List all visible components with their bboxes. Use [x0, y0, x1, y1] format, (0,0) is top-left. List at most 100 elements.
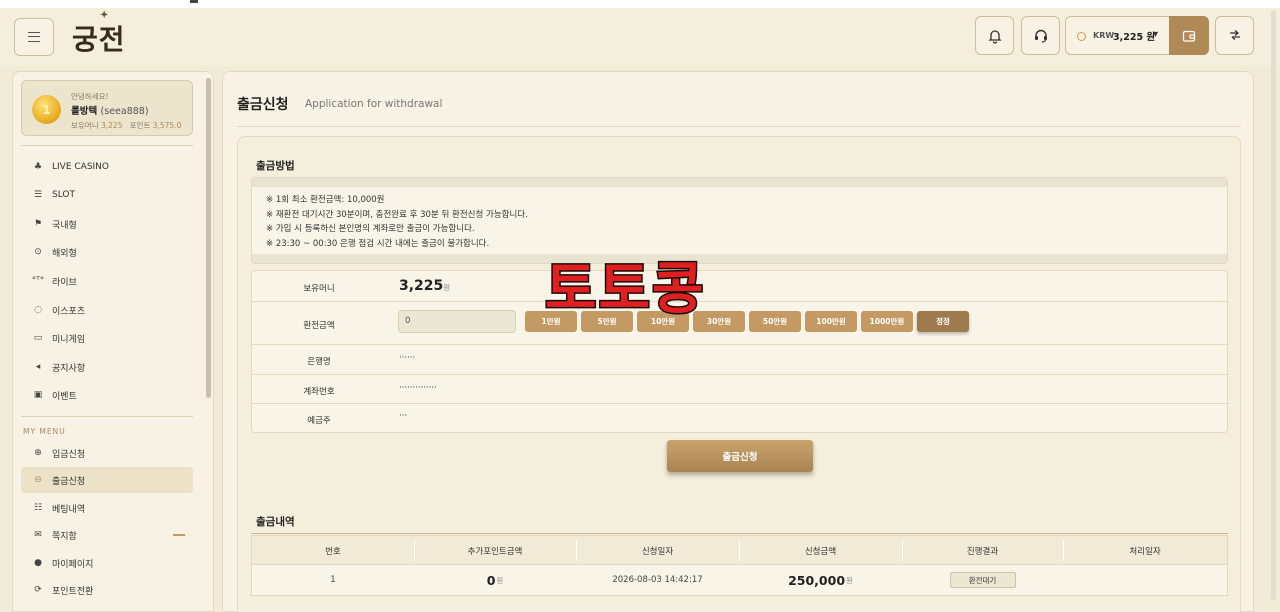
sidebar-item-label: 공지사항 — [52, 363, 86, 374]
greeting-text: 안녕하세요! — [71, 92, 109, 101]
headset-icon: ◌ — [34, 305, 42, 315]
logout-button[interactable] — [1215, 16, 1254, 55]
user-id: (seea888) — [100, 106, 149, 117]
notice-line: ※ 23:30 ~ 00:30 은행 점검 시간 내에는 출금이 불가합니다. — [266, 239, 490, 249]
live-icon: °ᵀ° — [31, 276, 45, 286]
sidebar-divider — [21, 145, 193, 146]
money-value: 3,225 — [101, 121, 123, 130]
row-date: 2026-08-03 14:42:17 — [612, 575, 703, 585]
sidebar-item-live[interactable]: °ᵀ° 라이브 — [21, 268, 193, 294]
notice-box: ※ 1회 최소 환전금액: 10,000원 ※ 재환전 대기시간 30분이며, … — [251, 177, 1228, 264]
logo-text: 궁전 — [72, 23, 126, 56]
amount-button-500k[interactable]: 50만원 — [749, 311, 801, 332]
money-label: 보유머니 — [71, 121, 99, 130]
top-header: ✦ 궁전 KRW 3,225 원 ▾ — [0, 8, 1280, 66]
refresh-icon: ⟳ — [34, 585, 42, 595]
coin-icon — [1077, 32, 1086, 41]
sidebar-item-label: 미니게임 — [52, 334, 86, 345]
wallet-button[interactable] — [1169, 16, 1209, 55]
sidebar-item-minigame[interactable]: ▭ 미니게임 — [21, 325, 193, 351]
form-row-balance: 보유머니 3,225원 — [252, 271, 1227, 302]
sidebar-item-point-convert[interactable]: ⟳ 포인트전환 — [21, 577, 193, 603]
amount-unit: 원 — [846, 575, 853, 585]
sidebar-item-label: LIVE CASINO — [52, 162, 109, 172]
sidebar-item-live-casino[interactable]: ♣ LIVE CASINO — [21, 154, 193, 180]
notification-button[interactable] — [975, 16, 1014, 55]
amount-input[interactable]: 0 — [398, 310, 516, 333]
balance-number: 3,225 — [399, 278, 444, 294]
account-value: ·············· — [399, 383, 437, 393]
gamepad-icon: ▭ — [33, 333, 43, 343]
user-name: 롤방텍 (seea888) — [71, 103, 149, 117]
hamburger-icon — [28, 32, 40, 42]
sidebar-item-event[interactable]: ▣ 이벤트 — [21, 382, 193, 408]
amount-value: 250,000 — [788, 572, 846, 588]
menu-toggle-button[interactable] — [14, 18, 54, 56]
holder-label: 예금주 — [307, 416, 331, 426]
sidebar-scrollbar[interactable] — [206, 78, 211, 398]
sidebar-item-notice[interactable]: ◂ 공지사항 — [21, 354, 193, 380]
slot-icon: ☰ — [33, 190, 43, 200]
method-title: 출금방법 — [256, 160, 295, 172]
form-row-bank: 은행명 ······ — [252, 345, 1227, 375]
sidebar-item-domestic[interactable]: ⚑ 국내형 — [21, 211, 193, 237]
holder-value: ··· — [399, 411, 408, 421]
plus-circle-icon: ⊕ — [34, 448, 42, 458]
site-logo[interactable]: ✦ 궁전 — [72, 10, 126, 58]
cursor-mark — [190, 0, 198, 3]
sidebar-item-slot[interactable]: ☰ SLOT — [21, 182, 193, 208]
headset-icon — [1034, 29, 1047, 43]
main-panel: 출금신청 Application for withdrawal 출금방법 ※ 1… — [222, 71, 1254, 612]
row-bonus: 0원 — [414, 565, 576, 595]
user-balances: 보유머니 3,225 포인트 3,575.0 — [71, 120, 181, 131]
balance-value: 3,225원 — [399, 278, 450, 294]
page-subtitle: Application for withdrawal — [305, 98, 443, 110]
reset-button[interactable]: 정정 — [917, 311, 969, 332]
col-header: 처리일자 — [1063, 536, 1227, 565]
bonus-unit: 원 — [496, 575, 504, 585]
amount-label: 환전금액 — [303, 321, 335, 331]
sidebar-item-overseas[interactable]: ⊙ 해외형 — [21, 239, 193, 265]
gift-icon: ▣ — [33, 390, 43, 400]
wallet-dropdown[interactable]: KRW 3,225 원 ▾ — [1065, 16, 1209, 55]
browser-top-strip — [0, 0, 1280, 8]
page-scrollbar[interactable] — [1271, 10, 1276, 600]
watermark-overlay: 토토콩 — [544, 257, 706, 322]
sidebar: 1 안녕하세요! 롤방텍 (seea888) 보유머니 3,225 포인트 3,… — [12, 71, 214, 612]
point-value: 3,575.0 — [152, 121, 182, 130]
sidebar-item-deposit[interactable]: ⊕ 입금신청 — [21, 440, 193, 466]
form-row-amount: 환전금액 0 1만원 5만원 10만원 30만원 50만원 100만원 1000… — [252, 302, 1227, 345]
row-amount: 250,000 원 — [739, 565, 902, 595]
logo-sparkle-icon: ✦ — [100, 10, 110, 21]
globe-icon: ⊙ — [34, 247, 42, 257]
support-button[interactable] — [1021, 16, 1060, 55]
sidebar-item-withdrawal[interactable]: ⊖ 출금신청 — [21, 467, 193, 493]
sidebar-item-bet-history[interactable]: ☷ 베팅내역 — [21, 495, 193, 521]
notice-line: ※ 재환전 대기시간 30분이며, 충전완료 후 30분 뒤 환전신청 가능합니… — [266, 210, 528, 220]
amount-button-1m[interactable]: 100만원 — [805, 311, 857, 332]
envelope-icon: ✉ — [34, 530, 42, 540]
sidebar-item-label: 마이페이지 — [52, 559, 94, 570]
page-title: 출금신청 — [237, 97, 289, 113]
logout-icon — [1229, 29, 1240, 40]
sidebar-item-esports[interactable]: ◌ 이스포츠 — [21, 297, 193, 323]
wallet-icon — [1182, 30, 1196, 42]
col-header: 진행결과 — [902, 536, 1063, 565]
sidebar-item-label: SLOT — [52, 190, 75, 200]
bank-label: 은행명 — [307, 357, 331, 367]
amount-button-10m[interactable]: 1000만원 — [861, 311, 913, 332]
sidebar-item-label: 출금신청 — [52, 476, 86, 487]
sidebar-item-label: 이벤트 — [52, 391, 77, 402]
sidebar-item-messages[interactable]: ✉ 쪽지함 — [21, 522, 193, 548]
sidebar-item-label: 입금신청 — [52, 449, 86, 460]
sidebar-item-label: 라이브 — [52, 277, 77, 288]
my-menu-title: MY MENU — [23, 427, 66, 436]
title-divider — [237, 126, 1241, 127]
col-header: 번호 — [325, 546, 341, 557]
submit-withdrawal-button[interactable]: 출금신청 — [667, 440, 813, 472]
notice-line: ※ 1회 최소 환전금액: 10,000원 — [266, 195, 385, 205]
sidebar-item-mypage[interactable]: ● 마이페이지 — [21, 550, 193, 576]
notice-bottom-bar — [252, 254, 1227, 263]
currency-label: KRW — [1093, 31, 1115, 40]
withdrawal-form: 보유머니 3,225원 환전금액 0 1만원 5만원 10만원 30만원 50만… — [251, 270, 1228, 433]
